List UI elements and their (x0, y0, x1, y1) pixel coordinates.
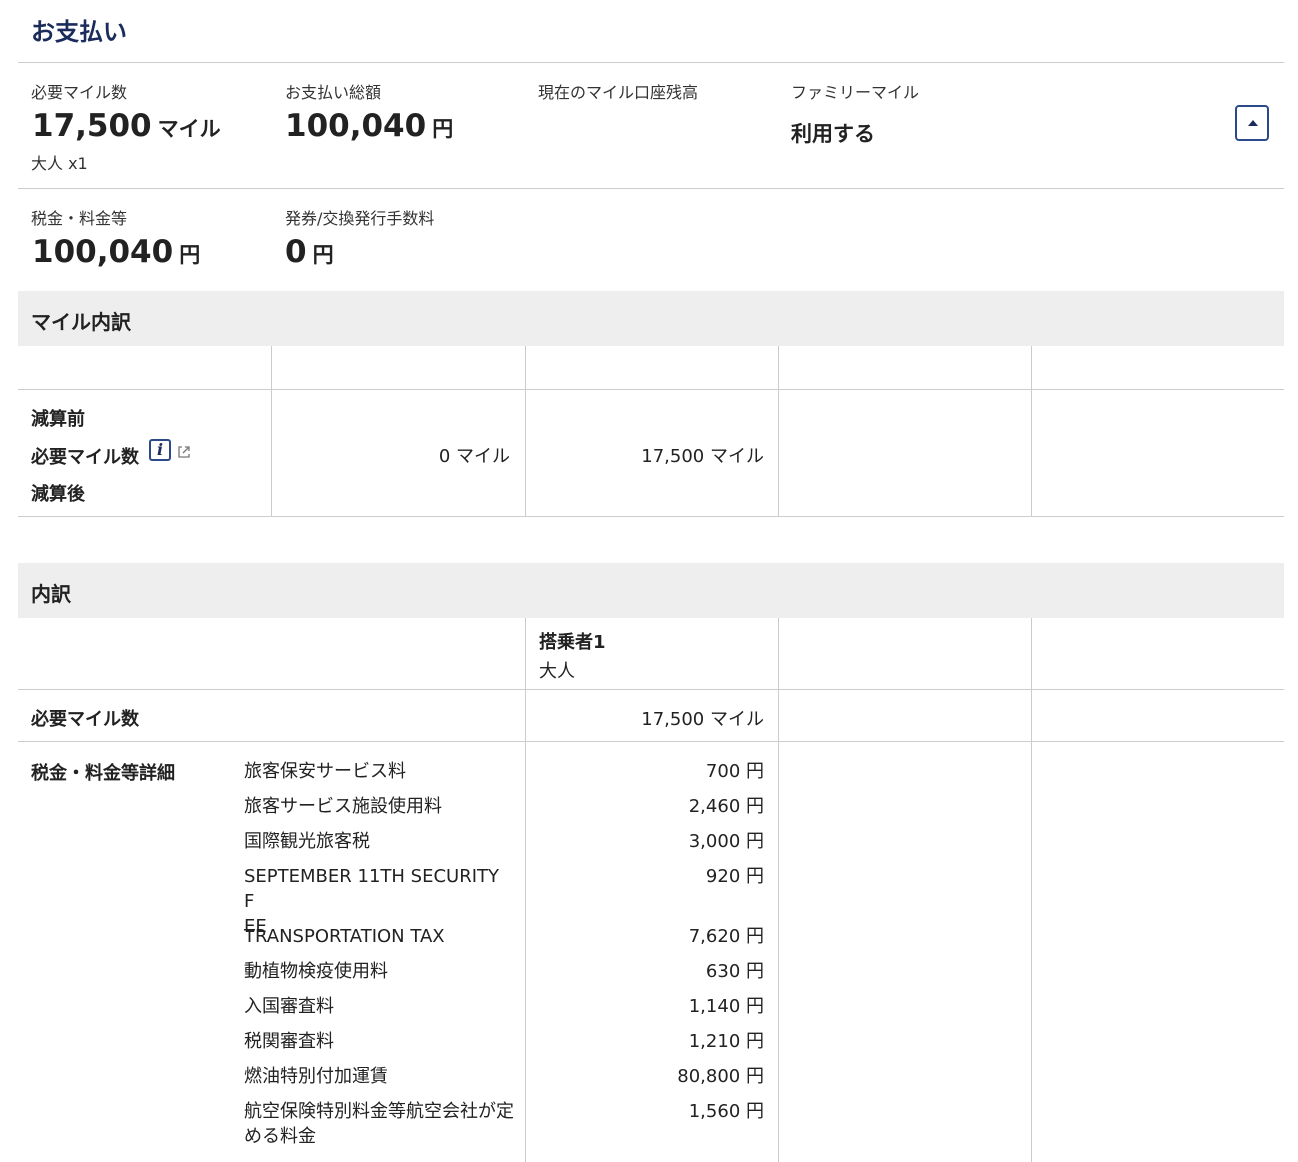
mile-breakdown-title: マイル内訳 (31, 310, 131, 334)
fee-amount: 630 円 (705, 961, 764, 982)
breakdown-required-miles-value: 17,500 マイル (641, 709, 764, 730)
issue-fee-number: 0 (285, 234, 307, 270)
taxes-number: 100,040 (32, 234, 174, 270)
fee-amount: 700 円 (705, 761, 764, 782)
fee-name: 旅客保安サービス料 (244, 761, 406, 782)
breakdown-title: 内訳 (31, 582, 71, 606)
info-icon[interactable]: i (149, 439, 171, 461)
mile-col2-value: 17,500 マイル (641, 446, 764, 467)
divider (18, 741, 1284, 742)
divider (18, 188, 1284, 189)
column-divider (1031, 346, 1032, 516)
mile-col1-value: 0 マイル (438, 446, 510, 467)
divider (18, 62, 1284, 63)
issue-fee-unit: 円 (312, 243, 334, 267)
before-deduction-label: 減算前 (31, 409, 85, 430)
page-title: お支払い (31, 18, 127, 46)
fee-amount: 80,800 円 (677, 1066, 764, 1087)
total-payment-value: 100,040 円 (285, 108, 453, 144)
fee-name: TRANSPORTATION TAX (244, 926, 445, 947)
total-payment-label: お支払い総額 (285, 83, 382, 102)
fee-name: 航空保険特別料金等航空会社が定める料金 (244, 1101, 514, 1147)
after-deduction-label: 減算後 (31, 484, 85, 505)
fee-amount: 7,620 円 (688, 926, 764, 947)
fee-name: 燃油特別付加運賃 (244, 1066, 388, 1087)
required-miles-label: 必要マイル数 (31, 83, 128, 102)
column-divider (525, 346, 526, 516)
family-mile-value: 利用する (791, 122, 875, 146)
breakdown-header: 内訳 (18, 563, 1284, 618)
fee-amount: 1,210 円 (688, 1031, 764, 1052)
tax-detail-label: 税金・料金等詳細 (31, 763, 175, 784)
passenger-type: 大人 (539, 661, 575, 682)
divider (18, 689, 1284, 690)
taxes-unit: 円 (179, 243, 201, 267)
divider (18, 389, 1284, 390)
column-divider (525, 618, 526, 1162)
column-divider (778, 346, 779, 516)
required-miles-row-label: 必要マイル数 (31, 447, 139, 468)
required-miles-unit: マイル (157, 117, 221, 141)
fee-amount: 1,560 円 (688, 1101, 764, 1122)
fee-name: 入国審査料 (244, 996, 334, 1017)
fee-amount: 2,460 円 (688, 796, 764, 817)
fee-name: 旅客サービス施設使用料 (244, 796, 442, 817)
issue-fee-value: 0円 (285, 234, 334, 270)
mile-breakdown-header: マイル内訳 (18, 291, 1284, 346)
fee-name: 国際観光旅客税 (244, 831, 370, 852)
column-divider (778, 618, 779, 1162)
required-miles-value: 17,500 マイル (32, 108, 221, 144)
family-mile-label: ファミリーマイル (791, 83, 920, 102)
fee-amount: 1,140 円 (688, 996, 764, 1017)
taxes-value: 100,040 円 (32, 234, 200, 270)
breakdown-required-miles-label: 必要マイル数 (31, 709, 139, 730)
divider (18, 516, 1284, 517)
fee-amount: 920 円 (705, 866, 764, 887)
chevron-up-icon (1248, 120, 1258, 126)
external-link-icon[interactable] (176, 444, 192, 460)
collapse-button[interactable] (1235, 105, 1269, 141)
total-payment-number: 100,040 (285, 108, 427, 144)
required-miles-number: 17,500 (32, 108, 152, 144)
total-payment-unit: 円 (432, 117, 454, 141)
issue-fee-label: 発券/交換発行手数料 (285, 209, 435, 228)
column-divider (1031, 618, 1032, 1162)
passenger-count: 大人 x1 (31, 154, 88, 173)
fee-amount: 3,000 円 (688, 831, 764, 852)
passenger-header: 搭乗者1 (539, 632, 606, 653)
taxes-label: 税金・料金等 (31, 209, 128, 228)
fee-name: 動植物検疫使用料 (244, 961, 388, 982)
fee-name: 税関審査料 (244, 1031, 334, 1052)
column-divider (271, 346, 272, 516)
mile-balance-label: 現在のマイル口座残高 (538, 83, 699, 102)
